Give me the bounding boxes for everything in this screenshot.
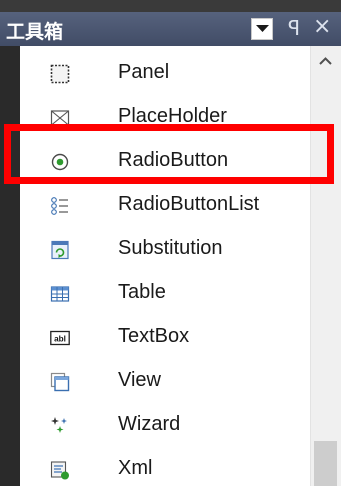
toolbox-item-radiobutton[interactable]: RadioButton	[20, 140, 310, 184]
toolbox-title: 工具箱	[6, 21, 64, 43]
toolbox-item-view[interactable]: View	[20, 360, 310, 404]
toolbox-item-table[interactable]: Table	[20, 272, 310, 316]
xml-icon	[50, 461, 69, 480]
radio-button-list-icon	[51, 197, 68, 215]
table-icon	[50, 286, 70, 302]
toolbox-item-label: Wizard	[118, 413, 181, 435]
panel-icon	[50, 64, 70, 84]
window-position-dropdown-button[interactable]	[251, 18, 273, 40]
toolbox-item-substitution[interactable]: Substitution	[20, 228, 310, 272]
toolbox-item-textbox[interactable]: abl TextBox	[20, 316, 310, 360]
toolbox-item-panel[interactable]: Panel	[20, 52, 310, 96]
wizard-icon	[51, 417, 67, 433]
toolbox-item-label: Xml	[118, 457, 153, 479]
toolbox-item-xml[interactable]: Xml	[20, 448, 310, 486]
window-frame-top	[0, 0, 341, 12]
toolbox-item-label: View	[118, 369, 161, 391]
toolbox-item-placeholder[interactable]: PlaceHolder	[20, 96, 310, 140]
substitution-icon	[51, 240, 69, 260]
placeholder-icon	[50, 110, 70, 126]
window-frame-left	[0, 46, 20, 486]
toolbox-item-label: PlaceHolder	[118, 105, 227, 127]
toolbox-item-label: RadioButton	[118, 149, 229, 171]
svg-text:abl: abl	[54, 335, 66, 344]
scrollbar-thumb[interactable]	[314, 441, 337, 486]
vertical-scrollbar[interactable]	[310, 46, 341, 486]
textbox-icon: abl	[50, 330, 70, 346]
radio-button-icon	[51, 153, 69, 171]
toolbox-list[interactable]: Panel PlaceHolder RadioButton RadioButto…	[20, 46, 310, 486]
close-icon[interactable]: ×	[313, 15, 331, 39]
toolbox-item-radiobuttonlist[interactable]: RadioButtonList	[20, 184, 310, 228]
chevron-down-icon	[256, 25, 269, 32]
toolbox-item-wizard[interactable]: Wizard	[20, 404, 310, 448]
toolbox-item-label: Panel	[118, 61, 170, 83]
toolbox-item-label: Table	[118, 281, 166, 303]
toolbox-item-label: Substitution	[118, 237, 223, 259]
toolbox-item-label: TextBox	[118, 325, 190, 347]
toolbox-title-bar[interactable]: 工具箱 ꟼ ×	[0, 12, 341, 46]
view-icon	[50, 372, 70, 392]
toolbox-item-label: RadioButtonList	[118, 193, 260, 215]
scroll-up-arrow-icon[interactable]	[318, 56, 333, 66]
pin-icon[interactable]: ꟼ	[288, 16, 300, 40]
